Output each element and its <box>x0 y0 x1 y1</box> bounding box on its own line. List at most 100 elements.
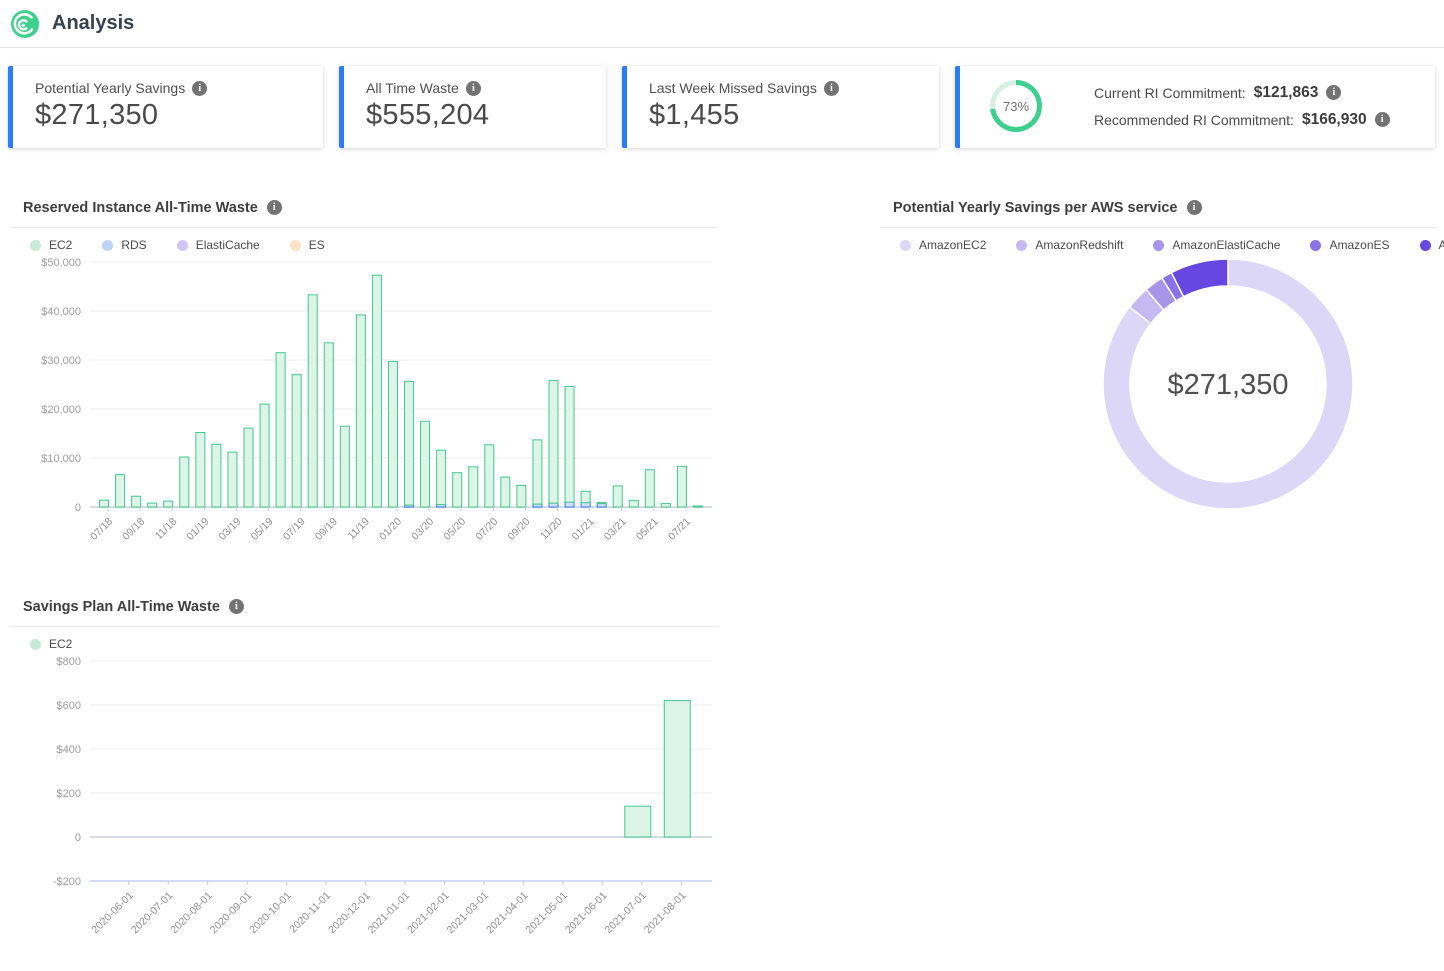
legend-dot <box>290 240 301 251</box>
bar-ec2-07/19[interactable] <box>292 375 301 507</box>
bar-ec2-07/21[interactable] <box>677 466 686 507</box>
legend-item-rds[interactable]: RDS <box>102 238 146 252</box>
svg-text:11/20: 11/20 <box>538 516 565 543</box>
svg-text:$10,000: $10,000 <box>41 453 81 465</box>
bar-ec2-04/21[interactable] <box>629 501 638 507</box>
legend-item-amazones[interactable]: AmazonES <box>1310 238 1389 252</box>
info-icon[interactable]: i <box>192 81 207 96</box>
bar-ec2-10/19[interactable] <box>340 426 349 507</box>
bar-ec2-07/20[interactable] <box>485 445 494 507</box>
legend-item-ec2[interactable]: EC2 <box>30 637 72 651</box>
svg-text:03/19: 03/19 <box>216 516 243 543</box>
card-value: $555,204 <box>366 99 590 132</box>
bar-ec2-02/20[interactable] <box>405 382 414 505</box>
legend-item-ec2[interactable]: EC2 <box>30 238 72 252</box>
svg-text:11/19: 11/19 <box>345 516 372 543</box>
bar-ec2-07/18[interactable] <box>100 500 109 507</box>
savings-per-service-donut-chart[interactable]: $271,350 <box>880 252 1436 524</box>
svg-text:01/21: 01/21 <box>570 516 597 543</box>
legend-label: AmazonElastiCache <box>1172 238 1280 252</box>
legend-item-elasticache[interactable]: ElastiCache <box>177 238 260 252</box>
bar-ec2-10/20[interactable] <box>533 440 542 504</box>
bar-ec2-2021-07-01[interactable] <box>625 806 651 837</box>
bar-ec2-06/20[interactable] <box>469 467 478 507</box>
svg-text:07/19: 07/19 <box>281 516 308 543</box>
bar-ec2-01/19[interactable] <box>196 433 205 507</box>
legend-label: AmazonES <box>1329 238 1389 252</box>
svg-text:05/20: 05/20 <box>441 516 468 543</box>
legend-label: EC2 <box>49 637 72 651</box>
bar-ec2-08/21[interactable] <box>693 506 702 507</box>
bar-ec2-03/20[interactable] <box>421 421 430 507</box>
legend-label: AmazonRedshift <box>1035 238 1123 252</box>
bar-ec2-06/19[interactable] <box>276 353 285 507</box>
bar-ec2-11/20[interactable] <box>549 381 558 504</box>
bar-ec2-05/21[interactable] <box>645 470 654 507</box>
legend-label: AmazonRDS <box>1439 238 1444 252</box>
svg-text:09/19: 09/19 <box>313 516 340 543</box>
info-icon[interactable]: i <box>1375 112 1390 127</box>
info-icon[interactable]: i <box>824 81 839 96</box>
bar-ec2-09/18[interactable] <box>132 496 141 507</box>
info-icon[interactable]: i <box>466 81 481 96</box>
sp-waste-bar-chart[interactable]: $800$600$400$2000-$2002020-06-012020-07-… <box>10 651 718 959</box>
bar-ec2-08/18[interactable] <box>116 475 125 507</box>
svg-text:0: 0 <box>75 832 81 844</box>
svg-text:05/19: 05/19 <box>249 516 276 543</box>
bar-ec2-12/18[interactable] <box>180 457 189 507</box>
bar-ec2-03/21[interactable] <box>613 486 622 507</box>
legend-item-amazonelasticache[interactable]: AmazonElastiCache <box>1153 238 1280 252</box>
svg-text:01/20: 01/20 <box>377 516 404 543</box>
bar-ec2-08/19[interactable] <box>308 295 317 507</box>
bar-ec2-2021-08-01[interactable] <box>664 701 690 837</box>
svg-text:$30,000: $30,000 <box>41 355 81 367</box>
legend-item-amazonrds[interactable]: AmazonRDS <box>1420 238 1444 252</box>
legend-label: ES <box>309 238 325 252</box>
bar-ec2-09/19[interactable] <box>324 343 333 507</box>
bar-ec2-09/20[interactable] <box>517 485 526 507</box>
bar-rds-01/21[interactable] <box>581 503 590 507</box>
card-label: All Time Waste <box>366 80 459 96</box>
card-value: $271,350 <box>35 99 307 132</box>
bar-ec2-01/20[interactable] <box>388 361 397 507</box>
svg-text:0: 0 <box>75 502 81 514</box>
legend-item-amazonredshift[interactable]: AmazonRedshift <box>1016 238 1123 252</box>
legend-item-es[interactable]: ES <box>290 238 325 252</box>
bar-ec2-06/21[interactable] <box>661 504 670 507</box>
info-icon[interactable]: i <box>1326 85 1341 100</box>
bar-ec2-01/21[interactable] <box>581 491 590 502</box>
legend-dot <box>1016 240 1027 251</box>
svg-text:$600: $600 <box>57 700 81 712</box>
bar-ec2-12/20[interactable] <box>565 386 574 502</box>
legend-label: AmazonEC2 <box>919 238 986 252</box>
bar-rds-12/20[interactable] <box>565 502 574 507</box>
bar-ec2-03/19[interactable] <box>228 452 237 507</box>
bar-ec2-12/19[interactable] <box>372 275 381 507</box>
svg-text:09/20: 09/20 <box>505 516 532 543</box>
ri-waste-bar-chart[interactable]: $50,000$40,000$30,000$20,000$10,000007/1… <box>10 252 718 568</box>
bar-ec2-11/18[interactable] <box>164 501 173 507</box>
svg-text:07/20: 07/20 <box>473 516 500 543</box>
svg-text:$400: $400 <box>57 744 81 756</box>
bar-ec2-02/21[interactable] <box>597 503 606 504</box>
bar-ec2-04/19[interactable] <box>244 428 253 507</box>
legend-dot <box>900 240 911 251</box>
ri-chart-legend: EC2 RDS ElastiCache ES <box>30 238 718 252</box>
bar-ec2-10/18[interactable] <box>148 503 157 507</box>
bar-ec2-05/19[interactable] <box>260 404 269 507</box>
info-icon[interactable]: i <box>267 200 282 215</box>
bar-ec2-02/19[interactable] <box>212 444 221 507</box>
bar-rds-11/20[interactable] <box>549 503 558 507</box>
svg-text:07/18: 07/18 <box>88 516 115 543</box>
info-icon[interactable]: i <box>1187 200 1202 215</box>
bar-ec2-04/20[interactable] <box>437 450 446 504</box>
svg-text:2021-08-01: 2021-08-01 <box>642 890 689 937</box>
info-icon[interactable]: i <box>229 599 244 614</box>
bar-ec2-08/20[interactable] <box>501 477 510 507</box>
legend-item-amazonec2[interactable]: AmazonEC2 <box>900 238 986 252</box>
bar-ec2-11/19[interactable] <box>356 315 365 507</box>
svg-text:2020-10-01: 2020-10-01 <box>247 890 294 937</box>
legend-dot <box>30 639 41 650</box>
legend-dot <box>30 240 41 251</box>
bar-ec2-05/20[interactable] <box>453 473 462 507</box>
